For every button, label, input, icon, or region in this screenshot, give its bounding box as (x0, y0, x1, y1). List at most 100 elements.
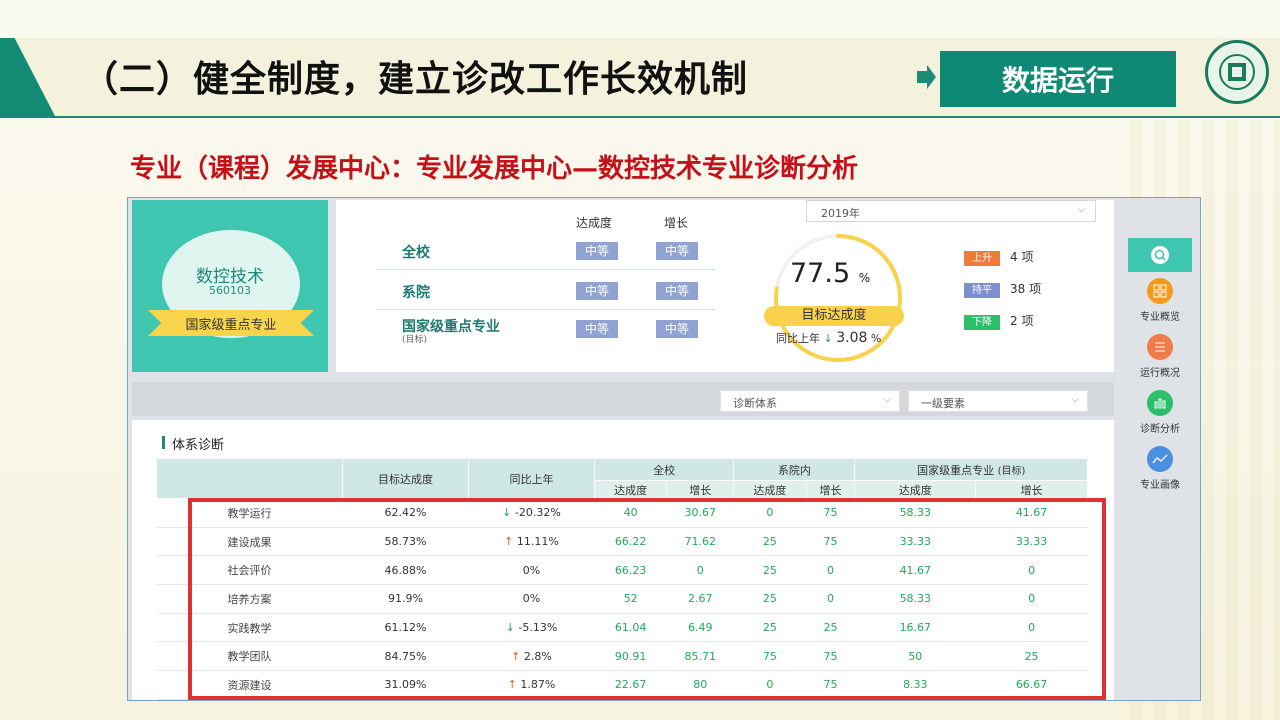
side-nav-diagnosis[interactable]: 诊断分析 (1128, 390, 1192, 446)
row-name: 社会评价 (156, 555, 343, 586)
stat-text: 38 项 (1010, 282, 1042, 296)
level-sublabel: (目标) (402, 335, 428, 345)
bar-chart-icon (1147, 390, 1173, 416)
level-row-dept: 系院 中等 中等 (376, 272, 716, 310)
row-target: 84.75% (342, 641, 469, 672)
stat-chip: 上升 (964, 251, 1000, 266)
row-name: 建设成果 (156, 527, 343, 557)
row-value: 0 (806, 584, 855, 614)
arrow-down-icon: ↓ (502, 506, 512, 520)
row-yoy: ↓ -20.32% (468, 498, 595, 528)
gauge-yoy: 同比上年 ↓ 3.08 % (776, 330, 882, 346)
side-nav-operations[interactable]: 运行概况 (1128, 334, 1192, 390)
row-value: 0 (733, 498, 807, 528)
gauge-value: 77.5 % (790, 258, 871, 289)
table-row: 实践教学 61.12% ↓ -5.13% 61.04 6.49 25 25 16.67 0 (156, 613, 1088, 643)
row-value: 2.67 (666, 584, 734, 614)
table-row: 资源建设 31.09% ↑ 1.87% 22.67 80 0 75 8.33 66.67 (156, 670, 1088, 700)
header-blank (156, 458, 343, 499)
subheader-achieve: 达成度 (593, 480, 668, 499)
arrow-up-icon: ↑ (507, 678, 517, 692)
row-value: 25 (975, 641, 1088, 672)
row-value: 75 (806, 498, 855, 528)
row-value: 75 (733, 641, 807, 672)
stat-chip: 下降 (964, 315, 1000, 330)
level-label: 全校 (402, 245, 430, 261)
growth-tag: 中等 (656, 242, 698, 260)
slide-title: （二）健全制度，建立诊改工作长效机制 (82, 59, 749, 100)
row-value: 22.67 (594, 670, 667, 700)
summary-panel: 达成度 增长 全校 中等 中等 系院 中等 中等 国家级重点专业 (目标) 中等… (336, 200, 1114, 372)
table-row: 培养方案 91.9% 0% 52 2.67 25 0 58.33 0 (156, 584, 1088, 614)
list-icon (1147, 334, 1173, 360)
diagnosis-table: 目标达成度 同比上年 全校 系院内 国家级重点专业 (目标) 达成度 增长 达成… (156, 458, 1088, 700)
filter-bar: 诊断体系 ⌵ 一级要素 ⌵ (132, 382, 1114, 416)
stat-rise: 上升 4 项 (964, 248, 1034, 266)
school-seal-icon (1205, 40, 1269, 104)
row-yoy: ↓ -5.13% (468, 613, 595, 643)
level-dropdown[interactable]: 一级要素 ⌵ (908, 390, 1088, 412)
row-value: 6.49 (666, 613, 734, 643)
header-national: 国家级重点专业 (目标) (854, 458, 1088, 481)
row-value: 40 (594, 498, 667, 528)
row-value: 8.33 (854, 670, 976, 700)
arrow-up-icon: ↑ (504, 535, 514, 549)
level-label: 系院 (402, 285, 430, 301)
row-value: 0 (975, 584, 1088, 614)
side-nav-label: 运行概况 (1140, 368, 1180, 379)
row-value: 0 (975, 613, 1088, 643)
arrow-down-icon: ↓ (505, 621, 515, 635)
row-value: 25 (806, 613, 855, 643)
achievement-gauge (774, 234, 902, 362)
search-icon (1151, 246, 1169, 264)
row-value: 71.62 (666, 527, 734, 557)
search-button[interactable] (1128, 238, 1192, 272)
growth-tag: 中等 (656, 282, 698, 300)
level-row-school: 全校 中等 中等 (376, 232, 716, 270)
side-nav-label: 专业概览 (1140, 312, 1180, 323)
stat-text: 4 项 (1010, 250, 1034, 264)
row-value: 66.67 (975, 670, 1088, 700)
row-value: 41.67 (854, 555, 976, 586)
stat-text: 2 项 (1010, 314, 1034, 328)
row-value: 75 (806, 527, 855, 557)
side-nav-overview[interactable]: 专业概览 (1128, 278, 1192, 334)
side-nav: 专业概览 运行概况 诊断分析 专业画像 (1128, 238, 1192, 698)
row-target: 31.09% (342, 670, 469, 700)
arrow-up-icon: ↑ (511, 649, 521, 663)
row-yoy: ↑ 11.11% (468, 527, 595, 557)
system-dropdown[interactable]: 诊断体系 ⌵ (720, 390, 900, 412)
year-select[interactable]: 2019年 ⌵ (806, 200, 1096, 222)
header-yoy: 同比上年 (468, 458, 595, 499)
col-header-achieve: 达成度 (576, 216, 613, 230)
arrow-down-icon: ↓ (823, 332, 833, 345)
row-yoy: ↑ 1.87% (468, 670, 595, 700)
header-dept: 系院内 (733, 458, 856, 481)
row-value: 41.67 (975, 498, 1088, 528)
row-value: 66.22 (594, 527, 667, 557)
stat-chip: 持平 (964, 283, 1000, 298)
achieve-tag: 中等 (576, 320, 618, 338)
row-name: 培养方案 (156, 584, 343, 614)
side-nav-profile[interactable]: 专业画像 (1128, 446, 1192, 502)
row-value: 25 (733, 527, 807, 557)
section-badge: 数据运行 (940, 51, 1176, 107)
row-name: 资源建设 (156, 670, 343, 700)
row-value: 75 (806, 670, 855, 700)
row-value: 66.23 (594, 555, 667, 586)
row-target: 46.88% (342, 555, 469, 586)
table-row: 教学运行 62.42% ↓ -20.32% 40 30.67 0 75 58.33 41.67 (156, 498, 1088, 528)
diagnosis-section: 体系诊断 目标达成度 同比上年 全校 系院内 国家级重点专业 (目标) 达成度 … (132, 420, 1114, 700)
row-value: 30.67 (666, 498, 734, 528)
row-name: 实践教学 (156, 613, 343, 643)
row-target: 58.73% (342, 527, 469, 557)
row-value: 25 (733, 555, 807, 586)
table-row: 教学团队 84.75% ↑ 2.8% 90.91 85.71 75 75 50 25 (156, 641, 1088, 672)
arrow-right-icon (917, 65, 936, 89)
row-target: 91.9% (342, 584, 469, 614)
achieve-tag: 中等 (576, 282, 618, 300)
major-card: 数控技术 560103 国家级重点专业 (132, 200, 328, 372)
row-value: 16.67 (854, 613, 976, 643)
row-yoy: 0% (468, 584, 595, 614)
chevron-down-icon: ⌵ (1071, 394, 1079, 405)
